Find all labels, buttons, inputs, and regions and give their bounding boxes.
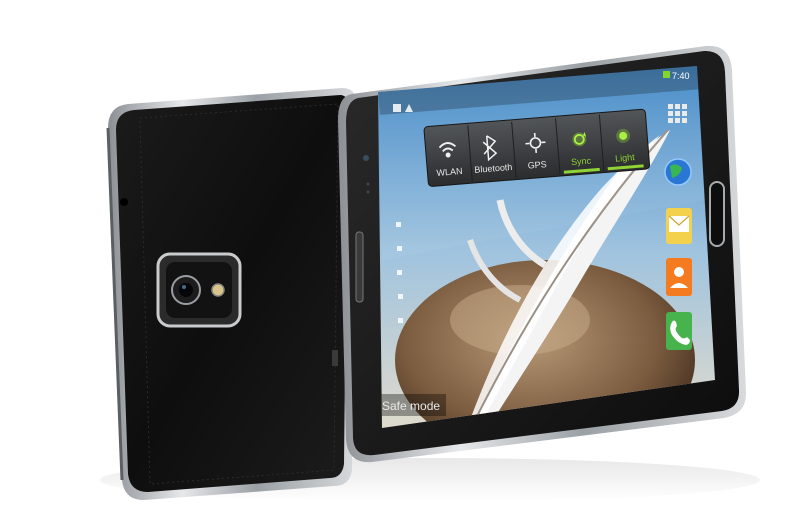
product-photo: 7:40 WLAN Bluetooth GPS Sync Light Safe … <box>0 0 800 531</box>
safe-mode-overlay: Safe mode <box>378 394 446 416</box>
contacts-icon[interactable] <box>666 258 692 296</box>
headphone-jack <box>120 198 128 206</box>
phone-back <box>106 88 356 500</box>
phone-illustration: 7:40 WLAN Bluetooth GPS Sync Light Safe … <box>100 45 760 502</box>
earpiece-speaker <box>355 231 364 303</box>
envelope-email-icon[interactable] <box>666 208 692 244</box>
phone-icon[interactable] <box>666 312 692 350</box>
safe-mode-label: Safe mode <box>382 399 440 413</box>
home-button[interactable] <box>709 181 725 247</box>
front-camera <box>363 155 369 161</box>
flash-icon <box>211 283 225 297</box>
rear-camera <box>156 252 242 328</box>
